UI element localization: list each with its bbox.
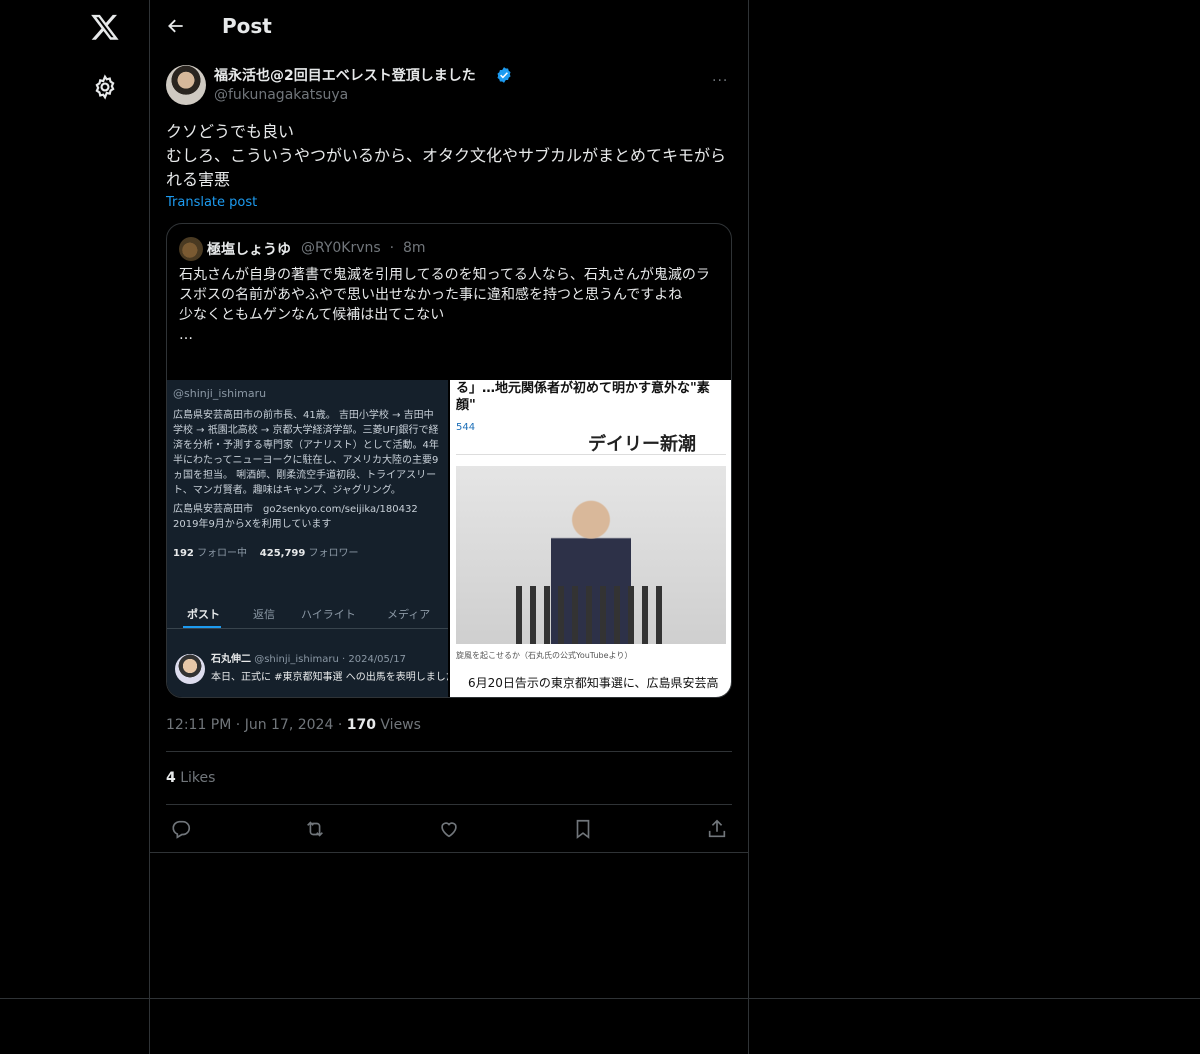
quote-author-name[interactable]: 極塩しょうゆ [207,239,291,259]
screenshot-avatar [175,654,205,684]
heart-icon[interactable] [438,818,460,840]
screenshot-tab: メディア [387,608,431,621]
screenshot-tab-underline [183,626,221,628]
article-brand: デイリー新潮 [588,434,696,455]
screenshot-tabs: ポスト 返信 ハイライト メディア [167,602,448,629]
share-icon[interactable] [706,818,728,840]
reply-icon[interactable] [170,818,192,840]
bookmark-icon[interactable] [572,818,594,840]
article-share-bar: 544 デイリー新潮 [456,420,726,455]
post-time[interactable]: 12:11 PM [166,717,231,733]
quote-time[interactable]: 8m [403,240,426,256]
article-comment-count: 544 [456,422,476,433]
more-options-icon[interactable]: ··· [712,73,728,89]
following-label: フォロー中 [197,548,248,559]
quote-text-line: … [179,327,193,343]
divider [166,804,732,805]
separator-dot: · [235,717,245,733]
verified-badge-icon[interactable] [495,66,513,84]
screenshot-handle: @shinji_ishimaru [173,387,267,400]
quote-image-news-article[interactable]: る」…地元関係者が初めて明かす意外な"素顔" 544 デイリー新潮 旋風を起こせ… [450,380,731,697]
screenshot-pinned-post: 石丸伸二 @shinji_ishimaru · 2024/05/17 本日、正式… [211,650,448,683]
divider [0,998,1200,999]
followers-count: 425,799 [259,548,306,559]
avatar[interactable] [166,65,206,105]
screenshot-pinned-handle: @shinji_ishimaru · 2024/05/17 [254,654,407,665]
microphones [516,586,666,644]
screenshot-follow-stats: 192 フォロー中 425,799 フォロワー [173,544,359,559]
screenshot-tab: ハイライト [301,608,356,621]
post-metadata: 12:11 PM · Jun 17, 2024 · 170 Views [166,717,421,733]
screenshot-tab: ポスト [187,608,220,621]
divider [166,751,732,752]
divider [150,852,748,853]
author-handle[interactable]: @fukunagakatsuya [214,87,348,103]
likes-count: 4 [166,770,176,786]
quote-author-handle[interactable]: @RY0Krvns [301,240,381,256]
quote-text-line: 少なくともムゲンなんて候補は出てこない [179,307,445,323]
post-text-line: むしろ、こういうやつがいるから、オタク文化やサブカルがまとめてキモがられる害悪 [166,146,727,189]
post-detail-column: Post 福永活也@2回目エベレスト登頂しました @fukunagakatsuy… [150,0,749,1054]
author-name[interactable]: 福永活也@2回目エベレスト登頂しました [214,65,476,85]
separator-dot: · [337,717,347,733]
quote-text-line: 石丸さんが自身の著書で鬼滅を引用してるのを知ってる人なら、石丸さんが鬼滅のラスボ… [179,267,710,303]
quote-text: 石丸さんが自身の著書で鬼滅を引用してるのを知ってる人なら、石丸さんが鬼滅のラスボ… [179,265,719,345]
arrow-left-icon[interactable] [166,16,186,36]
gear-icon[interactable] [92,74,118,100]
screenshot-pinned-name: 石丸伸二 [211,654,251,665]
screenshot-pinned-text: 本日、正式に #東京都知事選 への出馬を表明しました。 [211,672,448,683]
quote-author-meta: @RY0Krvns · 8m [301,240,426,256]
following-count: 192 [173,548,194,559]
screenshot-bio: 広島県安芸高田市の前市長、41歳。 吉田小学校 → 吉田中学校 → 祇園北高校 … [173,408,441,532]
followers-label: フォロワー [308,548,359,559]
screenshot-tab: 返信 [253,608,275,621]
post-text: クソどうでも良い むしろ、こういうやつがいるから、オタク文化やサブカルがまとめて… [166,120,734,192]
article-body: 6月20日告示の東京都知事選に、広島県安芸高 [468,676,719,690]
likes-count-link[interactable]: 4 Likes [166,770,215,786]
screenshot-bio-line: 広島県安芸高田市 go2senkyo.com/seijika/180432 [173,504,418,515]
quote-image-profile-screenshot[interactable]: @shinji_ishimaru 広島県安芸高田市の前市長、41歳。 吉田小学校… [167,380,448,697]
article-photo [456,466,726,644]
action-bar [150,818,748,840]
post-text-line: クソどうでも良い [166,122,295,141]
page-title: Post [222,14,272,38]
views-label: Views [380,717,421,733]
quoted-post[interactable]: 極塩しょうゆ @RY0Krvns · 8m 石丸さんが自身の著書で鬼滅を引用して… [166,223,732,698]
header-bar: Post [150,0,748,53]
repost-icon[interactable] [304,818,326,840]
separator-dot: · [385,240,399,256]
post-date[interactable]: Jun 17, 2024 [245,717,334,733]
article-photo-caption: 旋風を起こせるか（石丸氏の公式YouTubeより） [456,651,633,660]
likes-label: Likes [180,770,216,786]
quote-avatar[interactable] [179,237,203,261]
screenshot-bio-line: 2019年9月からXを利用しています [173,519,332,530]
x-logo-icon[interactable] [90,12,120,42]
views-count: 170 [346,717,376,733]
translate-post-link[interactable]: Translate post [166,195,257,210]
left-nav [0,0,150,1054]
screenshot-bio-line: 広島県安芸高田市の前市長、41歳。 吉田小学校 → 吉田中学校 → 祇園北高校 … [173,410,439,496]
article-headline: る」…地元関係者が初めて明かす意外な"素顔" [456,381,710,413]
